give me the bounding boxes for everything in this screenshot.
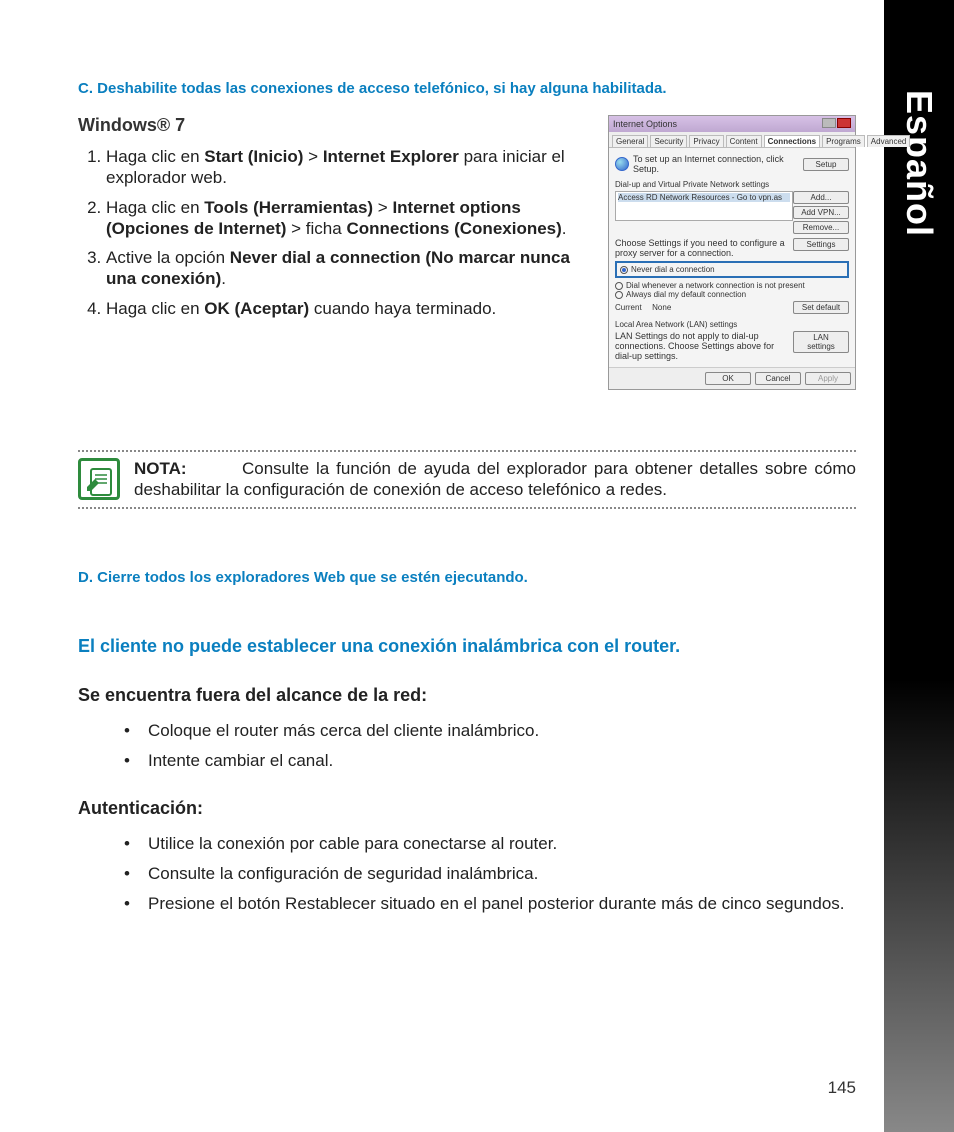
range-item-1: Coloque el router más cerca del cliente …: [148, 720, 856, 742]
settings-button[interactable]: Settings: [793, 238, 849, 251]
step-2-m2: > ficha: [286, 219, 346, 238]
step-1: Haga clic en Start (Inicio) > Internet E…: [106, 146, 590, 189]
step-1-pre: Haga clic en: [106, 147, 204, 166]
step-1-b2: Internet Explorer: [323, 147, 459, 166]
globe-icon: [615, 157, 629, 171]
tab-privacy[interactable]: Privacy: [689, 135, 723, 147]
step-4: Haga clic en OK (Aceptar) cuando haya te…: [106, 298, 590, 319]
note-box: NOTA: Consulte la función de ayuda del e…: [78, 450, 856, 509]
setup-text: To set up an Internet connection, click …: [633, 154, 799, 174]
auth-item-2: Consulte la configuración de seguridad i…: [148, 863, 856, 885]
tab-programs[interactable]: Programs: [822, 135, 865, 147]
issue-title: El cliente no puede establecer una conex…: [78, 636, 856, 657]
step-2-b3: Connections (Conexio­nes): [346, 219, 561, 238]
radio-never-dial[interactable]: Never dial a connection: [620, 265, 844, 274]
note-divider-bottom: [78, 507, 856, 509]
language-label: Español: [898, 90, 940, 237]
dialog-titlebar: Internet Options: [609, 116, 855, 132]
range-list: Coloque el router más cerca del cliente …: [78, 720, 856, 772]
language-side-tab: Español: [884, 0, 954, 1132]
dialog-footer: OK Cancel Apply: [609, 367, 855, 389]
dialog-title: Internet Options: [613, 119, 677, 129]
add-button[interactable]: Add...: [793, 191, 849, 204]
step-2-b1: Tools (Herramientas): [204, 198, 373, 217]
remove-button[interactable]: Remove...: [793, 221, 849, 234]
step-3-post: .: [221, 269, 226, 288]
step-2-m1: >: [373, 198, 392, 217]
step-2-pre: Haga clic en: [106, 198, 204, 217]
step-4-pre: Haga clic en: [106, 299, 204, 318]
connection-item[interactable]: Access RD Network Resources - Go to vpn.…: [618, 193, 790, 202]
lan-group-label: Local Area Network (LAN) settings: [615, 320, 849, 329]
add-vpn-button[interactable]: Add VPN...: [793, 206, 849, 219]
steps-list: Haga clic en Start (Inicio) > Internet E…: [78, 146, 590, 319]
note-text: NOTA: Consulte la función de ayuda del e…: [134, 458, 856, 501]
proxy-text: Choose Settings if you need to configure…: [615, 238, 793, 258]
note-icon: [78, 458, 120, 500]
current-label: Current: [615, 303, 642, 312]
step-1-b1: Start (Inicio): [204, 147, 303, 166]
window-controls: [821, 118, 851, 130]
current-connection: Current None: [615, 301, 793, 314]
auth-item-1: Utilice la conexión por cable para conec…: [148, 833, 856, 855]
section-d-title: D. Cierre todos los exploradores Web que…: [78, 569, 856, 586]
page-number: 145: [828, 1078, 856, 1098]
connections-listbox[interactable]: Access RD Network Resources - Go to vpn.…: [615, 191, 793, 221]
setup-button[interactable]: Setup: [803, 158, 849, 171]
steps-column: Windows® 7 Haga clic en Start (Inicio) >…: [78, 115, 590, 327]
auth-list: Utilice la conexión por cable para conec…: [78, 833, 856, 915]
windows7-row: Windows® 7 Haga clic en Start (Inicio) >…: [78, 115, 856, 390]
dialup-group-label: Dial-up and Virtual Private Network sett…: [615, 180, 849, 189]
page-content: C. Deshabilite todas las conexiones de a…: [0, 0, 884, 1132]
internet-options-dialog: Internet Options General Security Privac…: [608, 115, 856, 390]
current-value: None: [652, 303, 671, 312]
step-2: Haga clic en Tools (Herramientas) > Inte…: [106, 197, 590, 240]
close-icon[interactable]: [837, 118, 851, 128]
apply-button[interactable]: Apply: [805, 372, 851, 385]
dialog-tabs: General Security Privacy Content Connect…: [609, 132, 855, 148]
auth-subheading: Autenticación:: [78, 798, 856, 819]
radio-never-label: Never dial a connection: [631, 265, 715, 274]
never-dial-highlight: Never dial a connection: [615, 261, 849, 278]
help-icon[interactable]: [822, 118, 836, 128]
note-body: Consulte la función de ayuda del explora…: [134, 459, 856, 499]
range-item-2: Intente cambiar el canal.: [148, 750, 856, 772]
radio-off-icon: [615, 291, 623, 299]
range-subheading: Se encuentra fuera del alcance de la red…: [78, 685, 856, 706]
lan-text: LAN Settings do not apply to dial-up con…: [615, 331, 793, 361]
step-2-post: .: [562, 219, 567, 238]
tab-advanced[interactable]: Advanced: [867, 135, 911, 147]
radio-on-icon: [620, 266, 628, 274]
note-label: NOTA:: [134, 459, 187, 478]
tab-connections[interactable]: Connections: [764, 135, 820, 147]
tab-security[interactable]: Security: [650, 135, 687, 147]
section-c-title: C. Deshabilite todas las conexiones de a…: [78, 80, 856, 97]
cancel-button[interactable]: Cancel: [755, 372, 801, 385]
set-default-button[interactable]: Set default: [793, 301, 849, 314]
tab-content[interactable]: Content: [726, 135, 762, 147]
auth-item-3: Presione el botón Restablecer situado en…: [148, 893, 856, 915]
os-title: Windows® 7: [78, 115, 590, 136]
radio-dial-when[interactable]: Dial whenever a network connection is no…: [615, 281, 849, 290]
dialog-body: To set up an Internet connection, click …: [609, 148, 855, 367]
ok-button[interactable]: OK: [705, 372, 751, 385]
radio-when-label: Dial whenever a network connection is no…: [626, 281, 805, 290]
step-4-post: cuando haya terminado.: [309, 299, 496, 318]
radio-off-icon: [615, 282, 623, 290]
step-3: Active la opción Never dial a connection…: [106, 247, 590, 290]
radio-always-label: Always dial my default connection: [626, 290, 746, 299]
tab-general[interactable]: General: [612, 135, 648, 147]
step-1-m1: >: [303, 147, 322, 166]
radio-always-dial[interactable]: Always dial my default connection: [615, 290, 849, 299]
step-3-pre: Active la opción: [106, 248, 230, 267]
lan-settings-button[interactable]: LAN settings: [793, 331, 849, 353]
step-4-b1: OK (Aceptar): [204, 299, 309, 318]
